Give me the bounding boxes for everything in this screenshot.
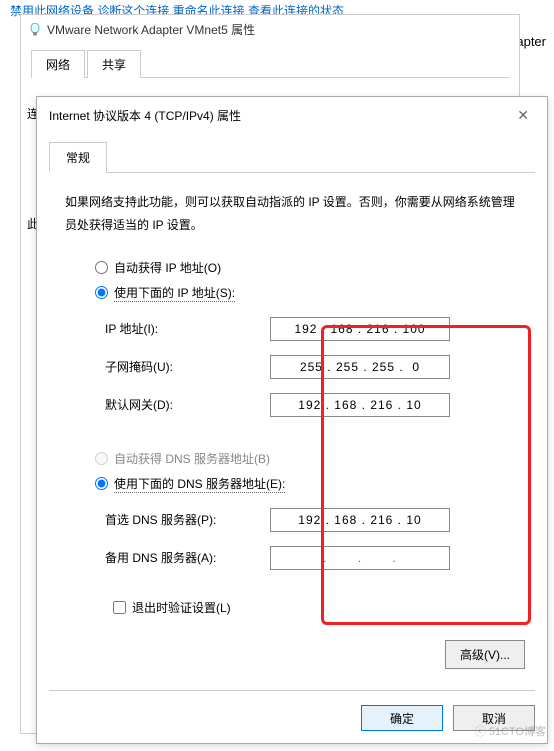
dialog-title-text: Internet 协议版本 4 (TCP/IPv4) 属性 [49, 107, 241, 124]
gateway-label: 默认网关(D): [105, 396, 270, 413]
radio-manual-dns-input[interactable] [95, 477, 108, 490]
dialog-tab-bar: 常规 [49, 142, 535, 173]
ip-address-input[interactable] [270, 317, 450, 341]
dialog-description: 如果网络支持此功能，则可以获取自动指派的 IP 设置。否则，你需要从网络系统管理… [37, 173, 547, 245]
ok-button[interactable]: 确定 [361, 705, 443, 731]
advanced-button[interactable]: 高级(V)... [445, 640, 525, 669]
ip-address-label: IP 地址(I): [105, 320, 270, 337]
subnet-mask-input[interactable] [270, 355, 450, 379]
gateway-row: 默认网关(D): [95, 386, 511, 424]
close-icon[interactable]: ✕ [511, 107, 535, 124]
radio-auto-ip-input[interactable] [95, 261, 108, 274]
alternate-dns-label: 备用 DNS 服务器(A): [105, 549, 270, 566]
preferred-dns-row: 首选 DNS 服务器(P): [95, 501, 511, 539]
parent-tab-bar: 网络 共享 [31, 50, 509, 78]
cancel-button[interactable]: 取消 [453, 705, 535, 731]
parent-title-text: VMware Network Adapter VMnet5 属性 [47, 21, 255, 38]
alternate-dns-row: 备用 DNS 服务器(A): [95, 539, 511, 577]
tab-network[interactable]: 网络 [31, 50, 85, 78]
tab-sharing[interactable]: 共享 [87, 50, 141, 78]
validate-on-exit-row[interactable]: 退出时验证设置(L) [113, 599, 511, 616]
radio-manual-ip[interactable]: 使用下面的 IP 地址(S): [95, 284, 511, 302]
tab-general[interactable]: 常规 [49, 142, 107, 173]
radio-auto-ip-label: 自动获得 IP 地址(O) [114, 259, 221, 276]
ip-address-row: IP 地址(I): [95, 310, 511, 348]
gateway-input[interactable] [270, 393, 450, 417]
dialog-footer: 确定 取消 [49, 690, 535, 731]
radio-auto-dns-label: 自动获得 DNS 服务器地址(B) [114, 450, 270, 467]
radio-manual-ip-input[interactable] [95, 286, 108, 299]
preferred-dns-label: 首选 DNS 服务器(P): [105, 511, 270, 528]
preferred-dns-input[interactable] [270, 508, 450, 532]
radio-manual-dns[interactable]: 使用下面的 DNS 服务器地址(E): [95, 475, 511, 493]
subnet-mask-label: 子网掩码(U): [105, 358, 270, 375]
validate-on-exit-checkbox[interactable] [113, 601, 126, 614]
radio-manual-dns-label: 使用下面的 DNS 服务器地址(E): [114, 475, 285, 493]
alternate-dns-input[interactable] [270, 546, 450, 570]
subnet-mask-row: 子网掩码(U): [95, 348, 511, 386]
parent-window-title: VMware Network Adapter VMnet5 属性 [21, 15, 519, 44]
form-area: 自动获得 IP 地址(O) 使用下面的 IP 地址(S): IP 地址(I): … [37, 245, 547, 616]
radio-auto-dns-input [95, 452, 108, 465]
radio-auto-dns: 自动获得 DNS 服务器地址(B) [95, 450, 511, 467]
validate-on-exit-label: 退出时验证设置(L) [132, 599, 231, 616]
ipv4-properties-dialog: Internet 协议版本 4 (TCP/IPv4) 属性 ✕ 常规 如果网络支… [36, 96, 548, 744]
radio-manual-ip-label: 使用下面的 IP 地址(S): [114, 284, 235, 302]
dialog-titlebar: Internet 协议版本 4 (TCP/IPv4) 属性 ✕ [37, 97, 547, 134]
adapter-icon [29, 23, 41, 37]
radio-auto-ip[interactable]: 自动获得 IP 地址(O) [95, 259, 511, 276]
